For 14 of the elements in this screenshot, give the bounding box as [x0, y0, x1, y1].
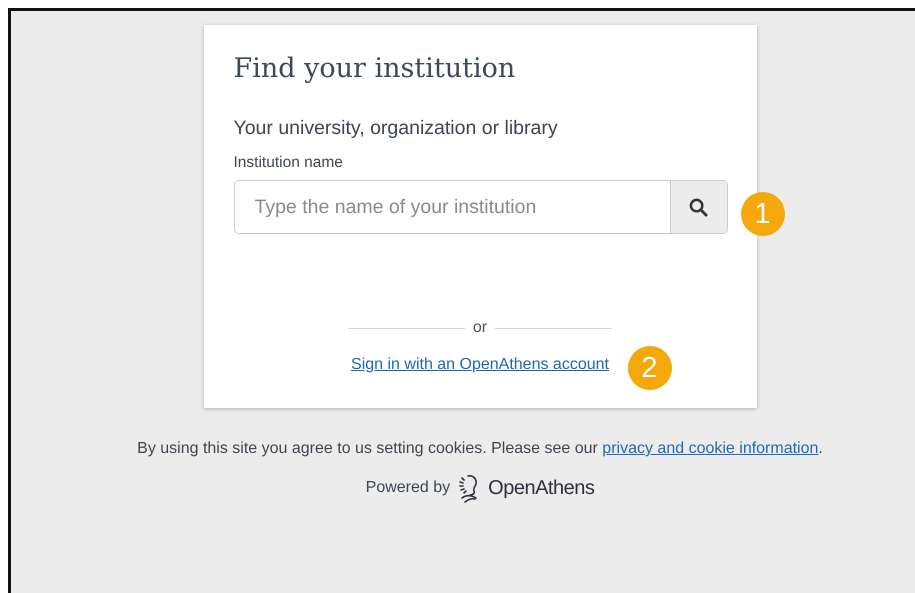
search-field[interactable]: Type the name of your institution: [234, 180, 728, 234]
powered-by-text: Powered by: [366, 479, 450, 497]
search-icon: [689, 198, 708, 216]
privacy-link[interactable]: privacy and cookie information: [602, 440, 818, 457]
callout-badge: 1: [740, 192, 784, 236]
callout-badge: 2: [628, 346, 672, 390]
field-label: Institution name: [234, 154, 344, 172]
page-title: Find your institution: [234, 52, 516, 86]
cookie-notice: By using this site you agree to us setting cookies. Please see our privacy and cookie information.: [137, 440, 823, 458]
section-heading: Your university, organization or library: [234, 117, 559, 140]
divider-text: or: [472, 319, 488, 337]
search-button[interactable]: [670, 181, 726, 233]
brand-name: OpenAthens: [488, 476, 594, 500]
sign-in-link[interactable]: Sign in with an OpenAthens account: [351, 356, 609, 374]
